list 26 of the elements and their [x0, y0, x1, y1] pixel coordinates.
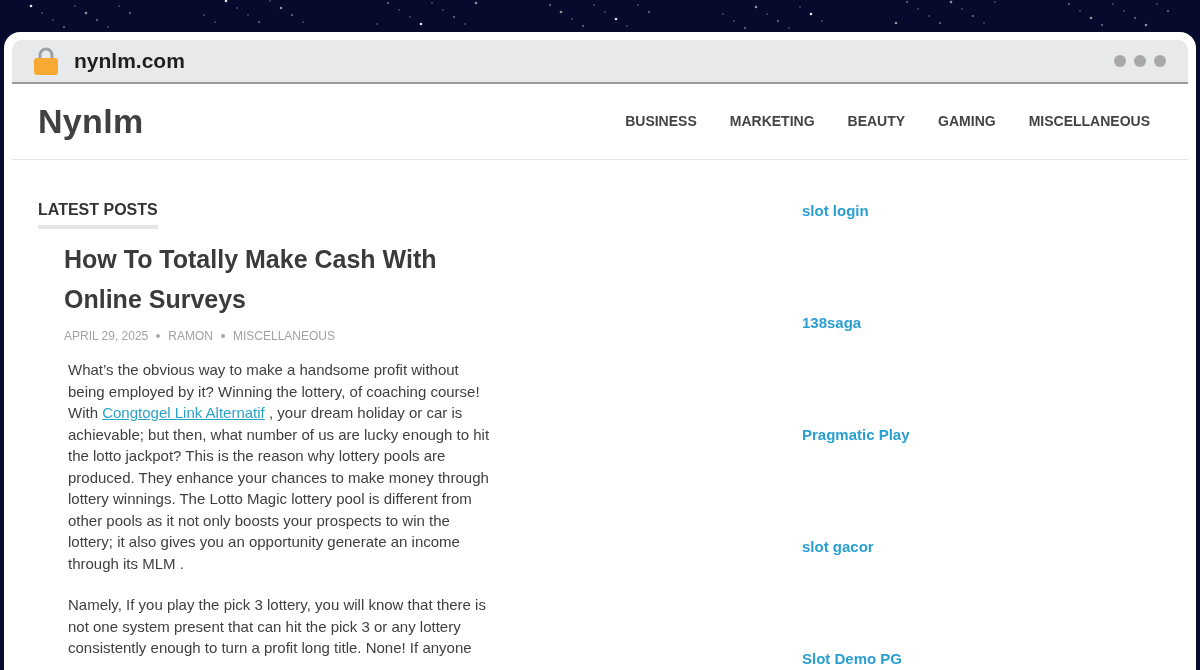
window-control-icon[interactable]	[1134, 55, 1146, 67]
post-meta-link[interactable]: MISCELLANEOUS	[232, 327, 335, 345]
post-meta-link[interactable]: RAMON	[168, 327, 213, 345]
lock-icon	[34, 47, 58, 75]
text-link[interactable]: Congtogel Link Alternatif	[102, 404, 265, 421]
sidebar-link[interactable]: slot gacor	[802, 536, 874, 558]
post-paragraph: What’s the obvious way to make a handsome profit without being employed by it? Winning the lottery, of coaching course! With Congtogel Link Alternatif , your dream holiday or car is achievable; but then, what number of us are lucky enough to hit the lotto jackpot? This is the reason why lottery pools are produced. They enhance your chances to make money through lottery winnings. The Lotto Magic lottery pool is different from other pools as it not only boosts your prospects to win the lottery; it also gives you an opportunity generate an income through its MLM .	[68, 360, 491, 574]
sidebar-link[interactable]: 138saga	[802, 312, 862, 334]
nav-link[interactable]: GAMING	[938, 111, 996, 132]
nav-link[interactable]: BEAUTY	[847, 111, 906, 132]
nav-link[interactable]: BUSINESS	[625, 111, 697, 132]
post-paragraph: Namely, If you play the pick 3 lottery, you will know that there is not one system present that can hit the pick 3 or any lottery consistently enough to turn a profit long title. None! If anyone	[68, 595, 487, 658]
post-meta-link[interactable]: APRIL 29, 2025	[64, 327, 149, 345]
nav-link[interactable]: MISCELLANEOUS	[1028, 111, 1150, 132]
site-title[interactable]: Nynlm	[38, 96, 144, 147]
url-text: nynlm.com	[74, 48, 185, 75]
window-control-icon[interactable]	[1154, 55, 1166, 67]
sidebar-link[interactable]: Slot Demo PG	[802, 648, 902, 670]
post-title[interactable]: How To Totally Make Cash With Online Surveys	[64, 239, 449, 319]
sidebar-link[interactable]: slot login	[802, 200, 869, 222]
section-heading: LATEST POSTS	[38, 198, 158, 229]
window-control-icon[interactable]	[1114, 55, 1126, 67]
separator-dot-icon	[220, 334, 225, 338]
separator-dot-icon	[156, 334, 161, 338]
nav-link[interactable]: MARKETING	[729, 111, 815, 132]
sidebar-link[interactable]: Pragmatic Play	[802, 424, 910, 446]
